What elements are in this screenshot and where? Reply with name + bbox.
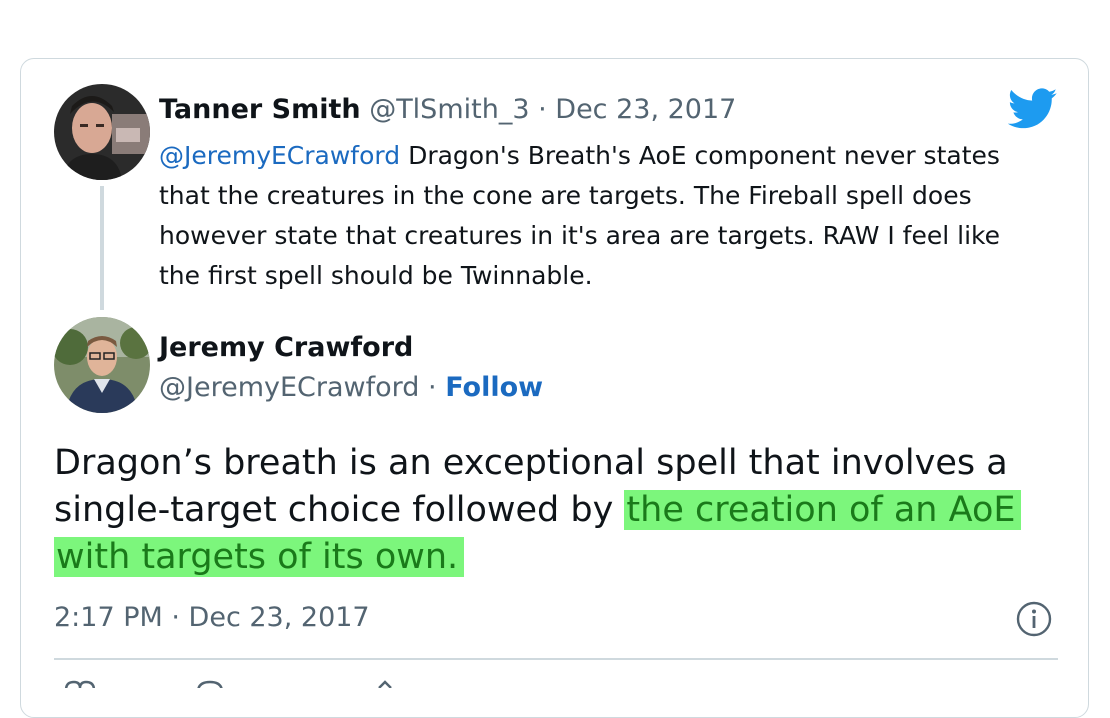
reply-author-handle[interactable]: @TlSmith_3: [369, 94, 529, 125]
divider: [54, 658, 1058, 660]
reply-tweet-header: Tanner Smith @TlSmith_3 · Dec 23, 2017: [159, 92, 736, 128]
reply-icon[interactable]: [190, 676, 230, 688]
highlighted-text: with targets of its own.: [54, 537, 465, 577]
reply-author-name[interactable]: Tanner Smith: [159, 94, 361, 125]
highlighted-text: the creation of an AoE: [624, 490, 1022, 530]
mention-link[interactable]: @JeremyECrawford: [159, 141, 400, 170]
main-text-line: Dragon’s breath is an exceptional spell …: [54, 443, 1008, 483]
reply-tweet-text: @JeremyECrawford Dragon's Breath's AoE c…: [159, 136, 1059, 296]
reply-text-line: however state that creatures in it's are…: [159, 221, 1000, 250]
share-icon[interactable]: [365, 676, 405, 688]
main-author-handle-row: @JeremyECrawford · Follow: [159, 370, 543, 406]
reply-date[interactable]: Dec 23, 2017: [555, 94, 736, 125]
info-circle-icon[interactable]: [1015, 600, 1053, 638]
follow-button[interactable]: Follow: [445, 372, 543, 403]
reply-text-line: that the creatures in the cone are targe…: [159, 181, 972, 210]
avatar-tanner-smith[interactable]: [54, 84, 150, 180]
separator-dot: ·: [538, 94, 547, 125]
main-author-name[interactable]: Jeremy Crawford: [159, 330, 413, 366]
twitter-bird-icon[interactable]: [1007, 88, 1058, 130]
separator-dot: ·: [428, 372, 437, 403]
heart-icon[interactable]: [60, 676, 100, 688]
main-text-plain: single-target choice followed by: [54, 490, 625, 530]
thread-connector-line: [100, 186, 104, 310]
tweet-timestamp[interactable]: 2:17 PM · Dec 23, 2017: [54, 600, 370, 636]
reply-text-line: Dragon's Breath's AoE component never st…: [400, 141, 1000, 170]
main-author-handle[interactable]: @JeremyECrawford: [159, 372, 419, 403]
reply-text-line: the first spell should be Twinnable.: [159, 261, 593, 290]
avatar-jeremy-crawford[interactable]: [54, 317, 150, 413]
main-tweet-text: Dragon’s breath is an exceptional spell …: [54, 440, 1074, 581]
